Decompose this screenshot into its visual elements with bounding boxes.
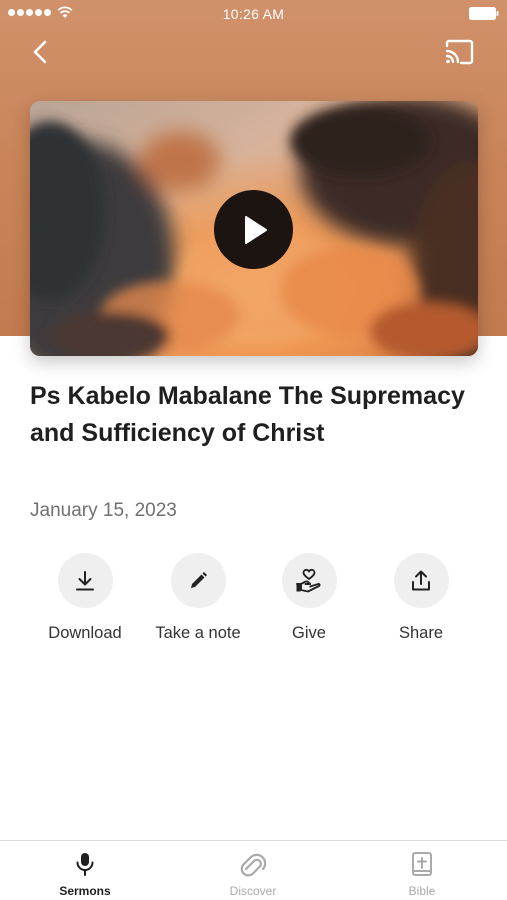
battery-icon <box>469 7 499 20</box>
give-label: Give <box>292 624 326 642</box>
tab-bar: Sermons Discover Bible <box>0 840 507 900</box>
download-icon <box>76 570 94 590</box>
discover-icon <box>240 853 266 877</box>
download-button[interactable]: Download <box>30 553 140 643</box>
share-label: Share <box>398 624 444 642</box>
take-note-button[interactable]: Take a note <box>143 553 253 643</box>
share-button[interactable]: Share <box>366 553 476 643</box>
tab-bible[interactable]: Bible <box>362 841 482 900</box>
tab-sermons[interactable]: Sermons <box>25 841 145 900</box>
video-player[interactable] <box>30 101 478 356</box>
tab-discover[interactable]: Discover <box>193 841 313 900</box>
pencil-icon <box>191 571 207 588</box>
take-note-label: Take a note <box>155 624 241 642</box>
microphone-icon <box>76 853 94 876</box>
play-button[interactable] <box>214 190 293 269</box>
give-button[interactable]: Give <box>254 553 364 643</box>
sermon-title: Ps Kabelo Mabalane The Supremacy and Suf… <box>30 382 465 447</box>
tab-bible-label: Bible <box>408 884 436 898</box>
heart-hand-icon <box>296 568 321 592</box>
sermon-date: January 15, 2023 <box>30 500 177 521</box>
download-label: Download <box>48 624 122 642</box>
share-icon <box>412 570 430 590</box>
tab-sermons-label: Sermons <box>59 884 111 898</box>
status-bar: 10:26 AM <box>0 0 507 28</box>
tab-discover-label: Discover <box>229 884 277 898</box>
cast-icon[interactable] <box>444 39 475 65</box>
status-time: 10:26 AM <box>222 6 285 22</box>
back-button[interactable] <box>28 38 54 66</box>
bible-icon <box>412 852 432 876</box>
play-icon <box>244 215 267 244</box>
